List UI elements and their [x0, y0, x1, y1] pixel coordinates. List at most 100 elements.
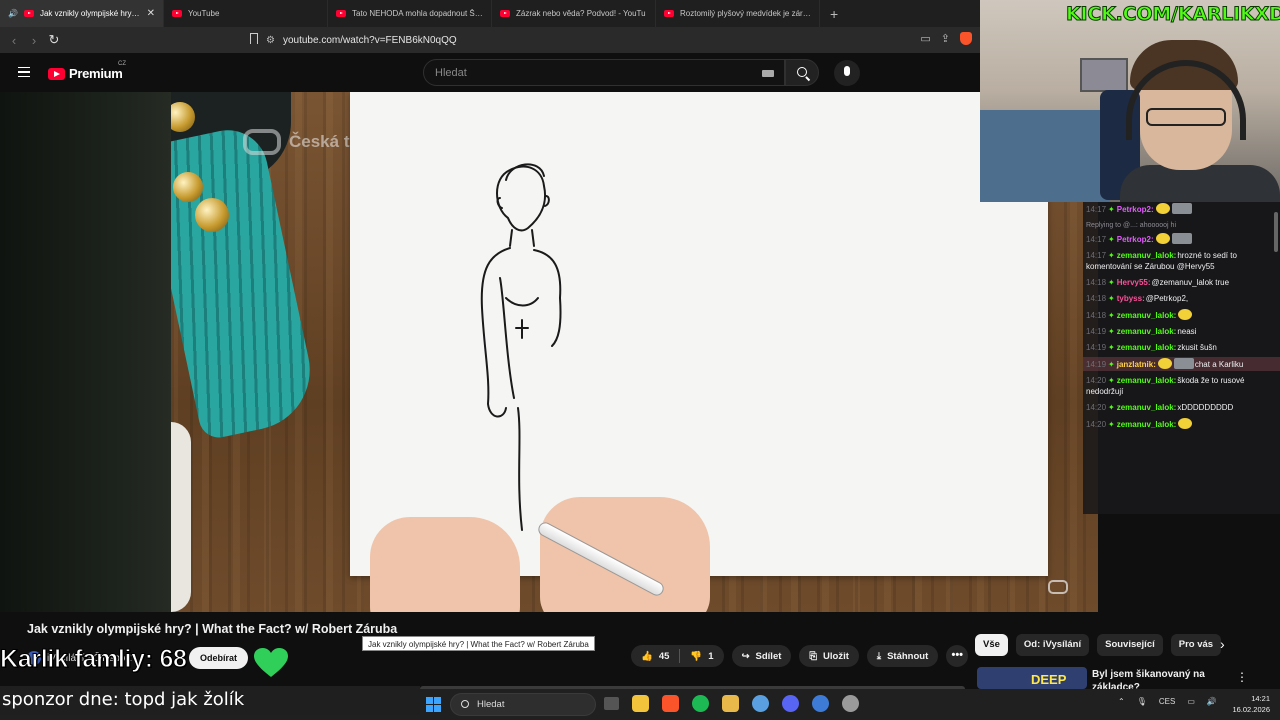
chevron-up-icon[interactable]: ⌃ [1118, 697, 1125, 706]
chat-timestamp: 14:18 [1086, 311, 1107, 320]
ccleaner-icon[interactable] [752, 695, 769, 712]
date: 16.02.2026 [1232, 705, 1270, 714]
emote-icon [1155, 203, 1170, 214]
settings-gear-icon[interactable] [842, 695, 859, 712]
voice-search-button[interactable] [834, 60, 860, 86]
cast-icon[interactable]: ▭ [920, 32, 930, 45]
clock[interactable]: 14:21 16.02.2026 [1226, 693, 1270, 715]
chat-message[interactable]: 14:19 ✦ janzlatnik: chat a Karliku [1083, 357, 1280, 371]
chat-message[interactable]: 14:20 ✦ zemanuv_lalok:škoda že to rusové n… [1083, 374, 1280, 398]
chat-message[interactable]: 14:18 ✦ zemanuv_lalok: [1083, 308, 1280, 322]
video-player[interactable]: Česká televize [171, 92, 1098, 612]
recommendation-chips: Vše Od: iVysílání Související Pro vás [975, 634, 1222, 656]
url-field[interactable]: ⚙ youtube.com/watch?v=FENB6kN0qQQ [240, 31, 890, 49]
chevron-right-icon[interactable]: › [1220, 636, 1225, 652]
chat-message[interactable]: 14:19 ✦ zemanuv_lalok:neasi [1083, 325, 1280, 338]
chat-username[interactable]: Petrkop2: [1117, 235, 1154, 244]
url-text: youtube.com/watch?v=FENB6kN0qQQ [282, 34, 457, 46]
speaker-icon[interactable]: 🔊 [8, 9, 18, 18]
spotify-icon[interactable] [692, 695, 709, 712]
search-button[interactable] [785, 59, 819, 86]
reload-icon[interactable]: ↻ [44, 32, 64, 48]
chat-reply-context: Replying to @...: ahoooooj hi [1086, 222, 1176, 229]
browser-tab[interactable]: YouTube [164, 0, 328, 27]
chat-message[interactable]: 14:17 ✦ Petrkop2: [1083, 202, 1280, 216]
windows-start-icon[interactable] [426, 697, 441, 712]
chat-message[interactable]: 14:18 ✦ tybyss:@Petrkop2, [1083, 292, 1280, 305]
chat-timestamp: 14:18 [1086, 294, 1107, 303]
taskbar-search[interactable]: Hledat [450, 693, 596, 716]
youtube-favicon-icon [172, 10, 182, 17]
volume-icon[interactable]: 🔊 [1207, 697, 1217, 706]
chat-timestamp: 14:19 [1086, 327, 1107, 336]
dislike-button[interactable]: 👎 1 [680, 651, 723, 662]
new-tab-button[interactable]: + [820, 6, 848, 22]
cursor-app-icon[interactable] [812, 695, 829, 712]
discord-icon[interactable] [782, 695, 799, 712]
kebab-menu-icon[interactable]: ⋮ [1236, 670, 1248, 684]
browser-tab[interactable]: Zázrak nebo věda? Podvod! - YouTu [492, 0, 656, 27]
recommended-thumbnail[interactable]: DEEP [977, 667, 1087, 689]
emote-icon [1155, 233, 1170, 244]
site-info-icon[interactable]: ⚙ [266, 35, 275, 46]
file-explorer-icon[interactable] [632, 695, 649, 712]
streamer-webcam [980, 0, 1280, 202]
browser-tab[interactable]: Roztomilý plyšový medvídek je zárov [656, 0, 820, 27]
more-actions-button[interactable]: ••• [946, 645, 969, 667]
chat-scrollbar[interactable] [1274, 212, 1278, 252]
chat-message[interactable]: 14:20 ✦ zemanuv_lalok: [1083, 417, 1280, 431]
chat-username[interactable]: Hervy55: [1117, 278, 1151, 287]
browser-tab[interactable]: 🔊 Jak vznikly olympijské hry? | W ✕ [0, 0, 164, 27]
close-icon[interactable]: ✕ [147, 8, 155, 19]
subscriber-badge-icon: ✦ [1108, 278, 1115, 287]
back-icon[interactable]: ‹ [4, 33, 24, 48]
share-button[interactable]: ↪ Sdílet [731, 645, 792, 667]
brave-shields-icon[interactable] [960, 32, 972, 45]
chat-username[interactable]: zemanuv_lalok: [1117, 376, 1177, 385]
title-tooltip: Jak vznikly olympijské hry? | What the F… [362, 636, 595, 651]
youtube-logo-text: Premium [69, 66, 123, 81]
brave-icon[interactable] [662, 695, 679, 712]
chat-timestamp: 14:17 [1086, 235, 1107, 244]
filter-chip[interactable]: Od: iVysílání [1015, 634, 1090, 656]
subscribe-button[interactable]: Odebírat [189, 647, 249, 669]
thumbs-down-icon: 👎 [690, 650, 703, 662]
chat-username[interactable]: janzlatnik: [1117, 360, 1156, 369]
emote-icon [1157, 358, 1172, 369]
forward-icon[interactable]: › [24, 33, 44, 48]
task-view-icon[interactable] [604, 697, 619, 710]
download-button[interactable]: ⤓ Stáhnout [866, 645, 939, 667]
chat-username[interactable]: tybyss: [1117, 294, 1145, 303]
chat-username[interactable]: zemanuv_lalok: [1117, 251, 1177, 260]
language-indicator[interactable]: CES [1159, 697, 1175, 706]
share-icon[interactable]: ⇪ [941, 32, 950, 45]
filter-chip[interactable]: Vše [975, 634, 1008, 656]
filter-chip[interactable]: Související [1097, 634, 1163, 656]
like-button[interactable]: 👍 45 [631, 651, 679, 662]
chat-username[interactable]: zemanuv_lalok: [1117, 327, 1177, 336]
microphone-icon[interactable]: 🎙 [1137, 697, 1147, 706]
browser-tab[interactable]: Tato NEHODA mohla dopadnout ŠPA [328, 0, 492, 27]
keyboard-icon[interactable] [762, 70, 774, 77]
youtube-logo[interactable]: Premium CZ [48, 61, 126, 81]
youtube-favicon-icon [23, 10, 34, 17]
chat-username[interactable]: Petrkop2: [1117, 205, 1154, 214]
chat-message[interactable]: 14:20 ✦ zemanuv_lalok:xDDDDDDDDD [1083, 401, 1280, 414]
hand-right [540, 497, 710, 612]
sneaker [171, 422, 191, 612]
chat-message[interactable]: 14:18 ✦ Hervy55:@zemanuv_lalok true [1083, 276, 1280, 289]
chat-username[interactable]: zemanuv_lalok: [1117, 420, 1177, 429]
chat-message[interactable]: 14:19 ✦ zemanuv_lalok:zkusit šušn [1083, 341, 1280, 354]
chat-username[interactable]: zemanuv_lalok: [1117, 403, 1177, 412]
save-button[interactable]: ⎘ Uložit [799, 645, 859, 667]
filter-chip[interactable]: Pro vás [1170, 634, 1222, 656]
chat-message[interactable]: 14:17 ✦ zemanuv_lalok:hrozné to sedí to ko… [1083, 249, 1280, 273]
menu-icon[interactable] [18, 67, 30, 77]
search-input[interactable]: Hledat [423, 59, 785, 86]
chat-username[interactable]: zemanuv_lalok: [1117, 343, 1177, 352]
chat-username[interactable]: zemanuv_lalok: [1117, 311, 1177, 320]
tab-label: Zázrak nebo věda? Podvod! - YouTu [516, 9, 646, 18]
chat-message[interactable]: 14:17 ✦ Petrkop2: [1083, 232, 1280, 246]
monitor-icon[interactable]: ▭ [1187, 697, 1195, 706]
folder-icon[interactable] [722, 695, 739, 712]
